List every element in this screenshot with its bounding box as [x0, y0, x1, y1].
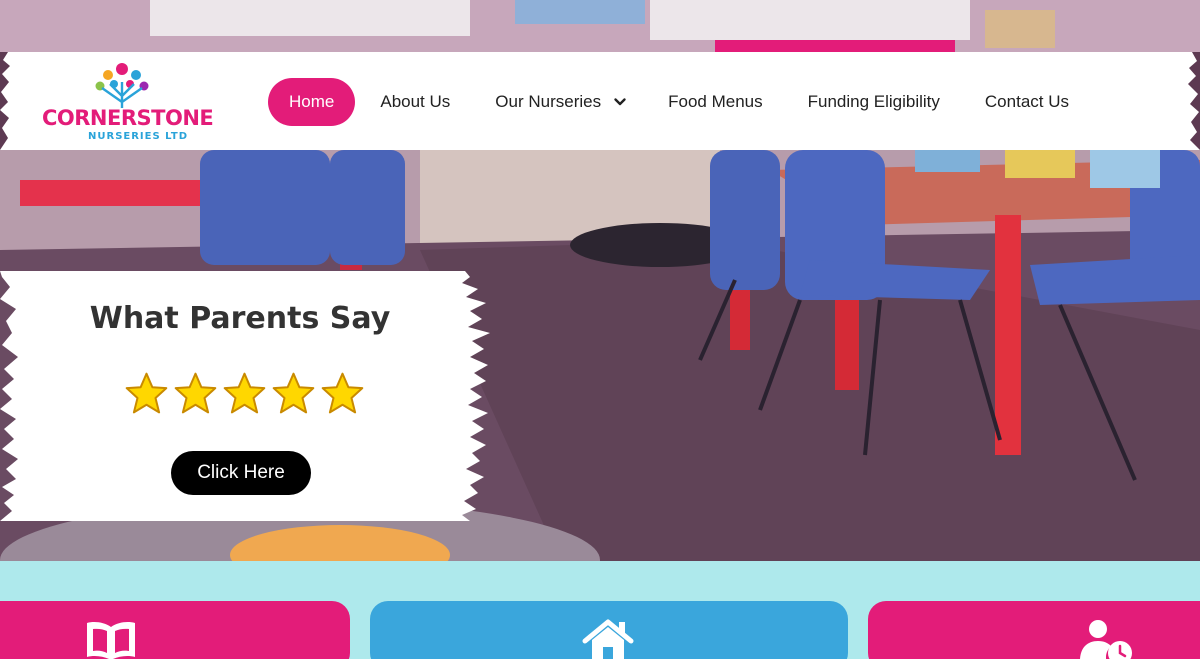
star-icon: [272, 372, 315, 414]
nav-home-label: Home: [289, 92, 335, 111]
nav-home[interactable]: Home: [268, 78, 356, 126]
brush-edge-left: [0, 52, 10, 150]
nav-funding-eligibility-label: Funding Eligibility: [807, 92, 940, 111]
feature-tile-hours[interactable]: [868, 601, 1200, 659]
star-icon: [174, 372, 217, 414]
nav-food-menus-label: Food Menus: [668, 92, 763, 111]
nav-contact-us[interactable]: Contact Us: [985, 78, 1069, 126]
nav-contact-us-label: Contact Us: [984, 92, 1069, 111]
main-navigation: Home About Us Our Nurseries Food Menus F…: [268, 78, 1069, 126]
star-icon: [223, 372, 266, 414]
nav-our-nurseries[interactable]: Our Nurseries: [495, 78, 627, 126]
nav-food-menus[interactable]: Food Menus: [668, 78, 763, 126]
features-strip: [0, 561, 1200, 659]
nav-our-nurseries-label: Our Nurseries: [495, 92, 602, 111]
nav-about-us[interactable]: About Us: [380, 78, 450, 126]
user-clock-icon: [1080, 620, 1132, 659]
chevron-down-icon[interactable]: [613, 95, 627, 109]
star-rating: [124, 371, 365, 416]
brush-edge-right: [1188, 52, 1200, 150]
logo-subtitle: NURSERIES LTD: [88, 131, 188, 142]
star-icon: [125, 372, 168, 414]
site-header: CORNERSTONE NURSERIES LTD Home About Us …: [0, 52, 1200, 150]
star-icon: [321, 372, 364, 414]
click-here-button[interactable]: Click Here: [171, 451, 311, 495]
nav-about-us-label: About Us: [380, 92, 451, 111]
logo-name: CORNERSTONE: [42, 106, 214, 130]
feature-tile-home[interactable]: [370, 601, 848, 659]
logo-tree-icon: [95, 63, 149, 108]
testimonial-title: What Parents Say: [89, 301, 391, 336]
testimonial-card: What Parents Say Click Here: [0, 271, 490, 521]
nav-funding-eligibility[interactable]: Funding Eligibility: [808, 78, 940, 126]
open-book-icon: [87, 622, 135, 659]
home-icon: [582, 619, 634, 659]
logo[interactable]: CORNERSTONE NURSERIES LTD: [40, 62, 214, 142]
feature-tile-learning[interactable]: [0, 601, 350, 659]
